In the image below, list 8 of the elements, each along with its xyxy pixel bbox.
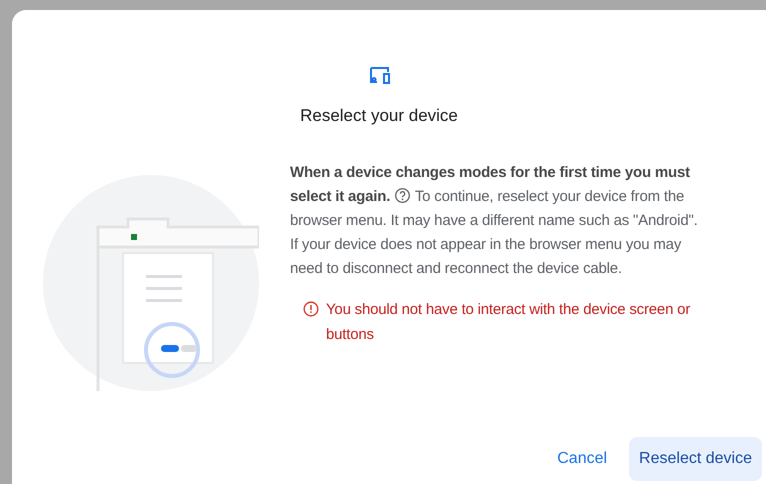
message-text: When a device changes modes for the first time you must select it again. To continue, reselect your device from the browser menu. It may have a different name such as "Android". If your device does not appear in the browser menu you may need to disconnect and reconnect the device cable. (290, 162, 699, 278)
alert-icon (303, 300, 319, 316)
help-icon[interactable] (394, 186, 412, 204)
devices-icon (367, 65, 391, 87)
warning-text: You should not have to interact with the device screen or buttons (326, 300, 692, 344)
dialog-title: Reselect your device (300, 105, 458, 127)
reselect-button[interactable]: Reselect device (629, 437, 762, 481)
cancel-button[interactable]: Cancel (547, 437, 618, 481)
